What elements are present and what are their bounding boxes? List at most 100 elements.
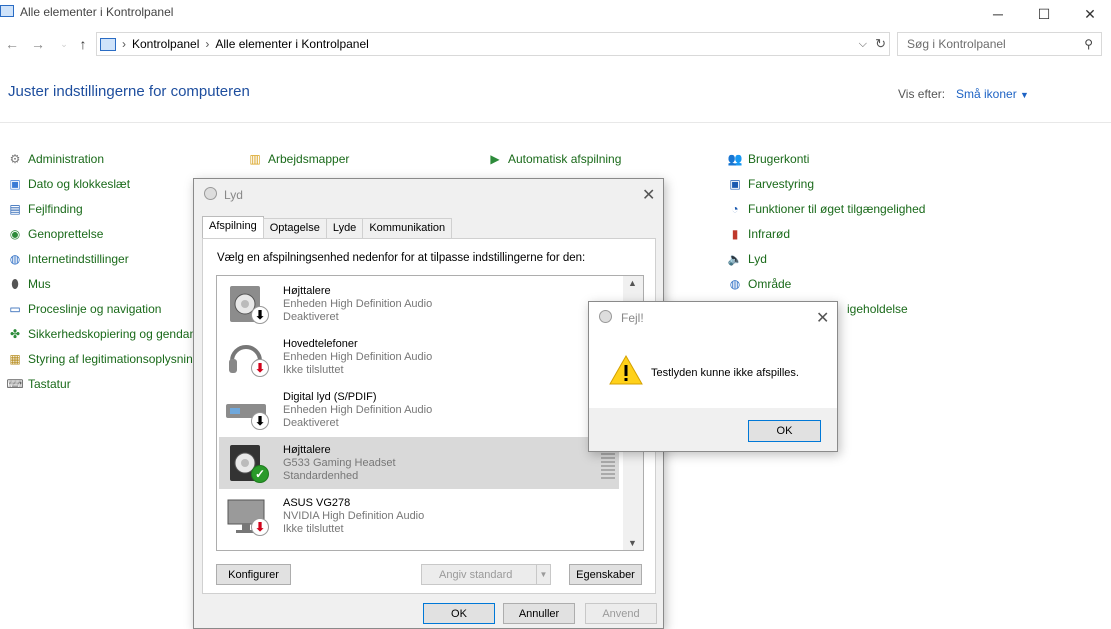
device-status: Ikke tilsluttet	[283, 523, 344, 535]
cp-item-backup[interactable]: ✤ Sikkerhedskopiering og gendan	[7, 325, 196, 343]
view-by-label: Vis efter:	[898, 87, 946, 101]
cp-item-autoplay[interactable]: ▶ Automatisk afspilning	[487, 150, 621, 168]
device-item[interactable]: ⬇ Digital lyd (S/PDIF) Enheden High Defi…	[219, 384, 619, 436]
device-driver: Enheden High Definition Audio	[283, 404, 433, 416]
control-panel-icon	[0, 5, 14, 17]
down-arrow-icon: ⬇	[251, 412, 269, 430]
breadcrumb-separator-icon: ›	[205, 37, 210, 51]
cp-item-date-time[interactable]: ▣ Dato og klokkeslæt	[7, 175, 196, 193]
close-icon[interactable]: ✕	[642, 185, 655, 205]
device-item[interactable]: ⬇ ASUS VG278 NVIDIA High Definition Audi…	[219, 490, 619, 542]
recent-chevron-icon[interactable]: ⌄	[56, 36, 72, 52]
backup-icon: ✤	[9, 327, 21, 341]
cp-column-1: ⚙ Administration ▣ Dato og klokkeslæt ▤ Fej…	[6, 150, 196, 393]
cp-item-ease-of-access[interactable]: ◔ Funktioner til øget tilgængelighed	[727, 200, 925, 218]
cp-item-label: igeholdelse	[847, 302, 908, 316]
cp-item-label: Arbejdsmapper	[268, 152, 350, 166]
tab-playback[interactable]: Afspilning	[202, 216, 264, 238]
tab-recording[interactable]: Optagelse	[262, 218, 327, 238]
dropdown-chevron-icon[interactable]: ⌵	[859, 38, 867, 51]
address-box[interactable]: › Kontrolpanel › Alle elementer i Kontro…	[96, 32, 890, 56]
breadcrumb-kontrolpanel[interactable]: Kontrolpanel	[132, 37, 199, 51]
device-name: Højttalere	[283, 285, 331, 297]
cp-item-label: Område	[748, 277, 792, 291]
cp-item-sound[interactable]: 🔈 Lyd	[727, 250, 925, 268]
cp-item-user-accounts[interactable]: 👥 Brugerkonti	[727, 150, 925, 168]
cp-item-administration[interactable]: ⚙ Administration	[7, 150, 196, 168]
configure-button[interactable]: Konfigurer	[216, 564, 291, 585]
control-panel-icon	[100, 37, 116, 51]
down-arrow-icon: ⬇	[251, 306, 269, 324]
device-item-selected[interactable]: ✓ Højttalere G533 Gaming Headset Standar…	[219, 437, 619, 489]
minimize-button[interactable]: ─	[975, 0, 1021, 28]
cp-item-infrared[interactable]: ▮ Infrarød	[727, 225, 925, 243]
cancel-button[interactable]: Annuller	[503, 603, 575, 624]
cp-item-label: Sikkerhedskopiering og gendan	[28, 327, 197, 341]
autoplay-icon: ▶	[490, 152, 500, 166]
device-name: Digital lyd (S/PDIF)	[283, 391, 377, 403]
cp-column-4: 👥 Brugerkonti ▣ Farvestyring ◔ Funktioner t…	[727, 150, 926, 318]
device-item[interactable]: ⬇ Hovedtelefoner Enheden High Definition…	[219, 331, 619, 383]
cp-item-internet-options[interactable]: ◍ Internetindstillinger	[7, 250, 196, 268]
cp-item-label: Brugerkonti	[748, 152, 810, 166]
search-input[interactable]: Søg i Kontrolpanel ⚲	[897, 32, 1102, 56]
device-item[interactable]: ⬇ Højttalere Enheden High Definition Aud…	[219, 278, 619, 330]
chevron-down-icon[interactable]: ▼	[536, 565, 550, 584]
close-button[interactable]: ✕	[1067, 0, 1111, 28]
device-status: Deaktiveret	[283, 417, 339, 429]
forward-arrow-icon[interactable]: →	[30, 36, 46, 52]
globe-clock-icon: ◍	[729, 277, 741, 291]
back-arrow-icon[interactable]: ←	[4, 36, 20, 52]
taskbar-icon: ▭	[9, 302, 21, 316]
cp-item-keyboard[interactable]: ⌨ Tastatur	[6, 375, 196, 393]
device-driver: Enheden High Definition Audio	[283, 351, 433, 363]
device-driver: G533 Gaming Headset	[283, 457, 396, 469]
monitor-color-icon: ▣	[729, 177, 741, 191]
globe-icon: ◍	[9, 252, 21, 266]
folder-icon: ▥	[249, 152, 261, 166]
up-arrow-icon[interactable]: ↑	[75, 36, 91, 52]
apply-button[interactable]: Anvend	[585, 603, 657, 624]
gears-icon: ⚙	[9, 152, 21, 166]
cp-item-mouse[interactable]: ⬮ Mus	[7, 275, 196, 293]
device-list[interactable]: ⬇ Højttalere Enheden High Definition Aud…	[216, 275, 644, 551]
device-status: Ikke tilsluttet	[283, 364, 344, 376]
title-bar: Alle elementer i Kontrolpanel ─ ☐ ✕	[0, 0, 1111, 28]
search-icon: ⚲	[1084, 37, 1093, 51]
properties-button[interactable]: Egenskaber	[569, 564, 642, 585]
cp-item-troubleshooting[interactable]: ▤ Fejlfinding	[7, 200, 196, 218]
dialog-footer: OK	[589, 408, 837, 451]
cp-item-region[interactable]: ◍ Område	[727, 275, 925, 293]
calendar-clock-icon: ▣	[9, 177, 21, 191]
set-default-button[interactable]: Angiv standard ▼	[421, 564, 551, 585]
refresh-icon[interactable]: ↻	[875, 36, 886, 52]
troubleshoot-icon: ▤	[9, 202, 21, 216]
breadcrumb-all-items[interactable]: Alle elementer i Kontrolpanel	[215, 37, 368, 51]
view-by-dropdown[interactable]: Små ikoner ▼	[956, 87, 1029, 101]
cp-item-taskbar[interactable]: ▭ Proceslinje og navigation	[7, 300, 196, 318]
tab-sounds[interactable]: Lyde	[325, 218, 364, 238]
cp-item-label: Lyd	[748, 252, 767, 266]
scroll-up-icon[interactable]: ▲	[628, 278, 637, 288]
ok-button[interactable]: OK	[748, 420, 821, 442]
ok-button[interactable]: OK	[423, 603, 495, 624]
close-icon[interactable]: ✕	[816, 308, 829, 328]
view-by-value: Små ikoner	[956, 87, 1017, 101]
tab-communication[interactable]: Kommunikation	[362, 218, 453, 238]
cp-item-work-folders[interactable]: ▥ Arbejdsmapper	[247, 150, 349, 168]
users-icon: 👥	[727, 152, 743, 166]
cp-item-label: Genoprettelse	[28, 227, 104, 241]
cp-item-label: Administration	[28, 152, 105, 166]
infrared-icon: ▮	[731, 227, 739, 241]
cp-item-label: Proceslinje og navigation	[28, 302, 162, 316]
cp-item-label: Automatisk afspilning	[508, 152, 622, 166]
cp-item-color-management[interactable]: ▣ Farvestyring	[727, 175, 925, 193]
cp-item-credentials[interactable]: ▦ Styring af legitimationsoplysnin	[7, 350, 196, 368]
maximize-button[interactable]: ☐	[1021, 0, 1067, 28]
cp-item-label: Styring af legitimationsoplysnin	[28, 352, 193, 366]
device-driver: Enheden High Definition Audio	[283, 298, 433, 310]
scroll-down-icon[interactable]: ▼	[628, 538, 637, 548]
speaker-icon	[599, 310, 612, 323]
cp-item-recovery[interactable]: ◉ Genoprettelse	[7, 225, 196, 243]
device-status: Standardenhed	[283, 470, 359, 482]
